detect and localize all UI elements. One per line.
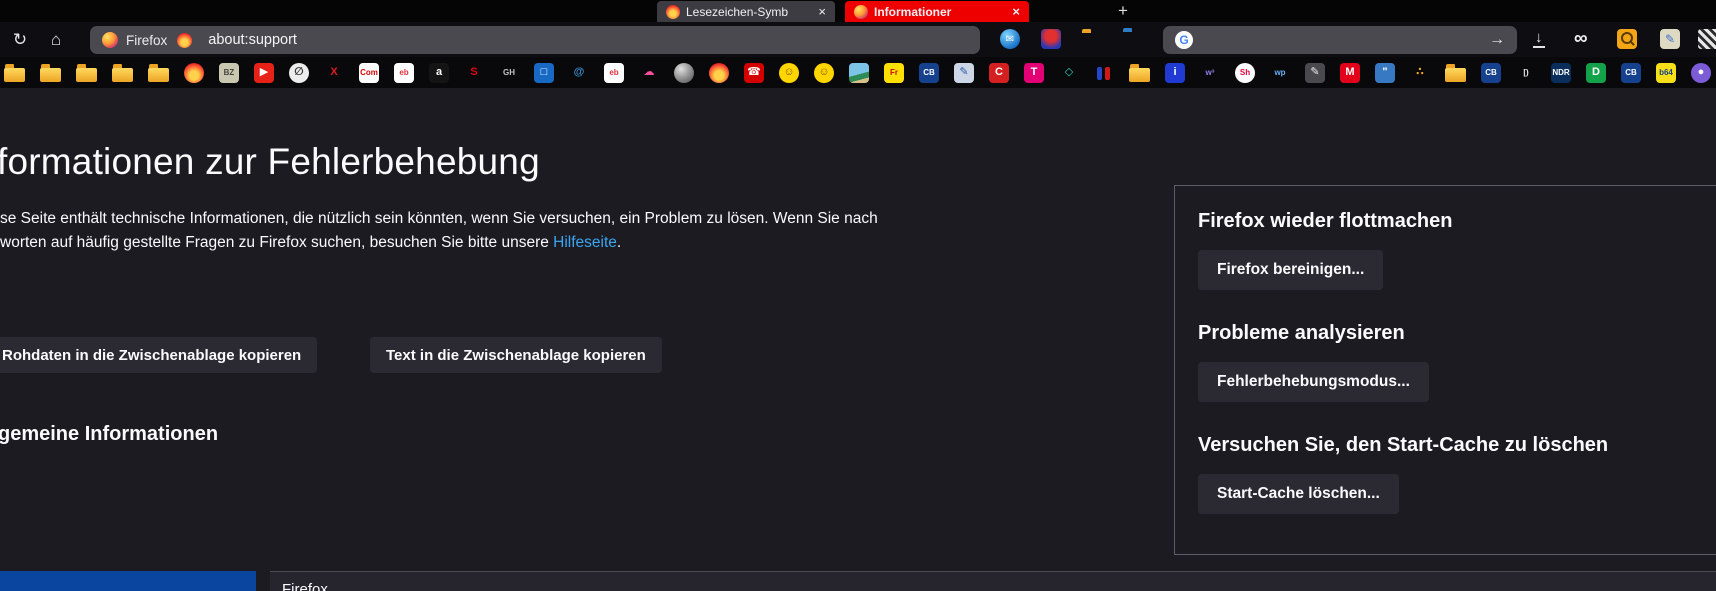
panel-action-button[interactable]: Fehlerbehebungsmodus...	[1198, 362, 1429, 402]
bz-icon[interactable]: BZ	[219, 62, 239, 83]
page-tool-icon[interactable]: ✎	[1660, 29, 1680, 49]
troubleshoot-panel: Firefox wieder flottmachen Firefox berein…	[1174, 185, 1716, 555]
panel-action-button[interactable]: Firefox bereinigen...	[1198, 250, 1384, 290]
search-submit-arrow-icon[interactable]: →	[1489, 31, 1505, 49]
x-red-icon[interactable]: X	[324, 63, 344, 83]
panel-section-heading: Firefox wieder flottmachen	[1198, 210, 1453, 232]
smiley-tongue-icon[interactable]: ☺	[779, 62, 799, 83]
google-icon: G	[1175, 31, 1193, 49]
computerbild-cb-icon[interactable]: CB	[1621, 62, 1641, 83]
youtube-icon[interactable]: ▶	[254, 62, 274, 83]
computerbild-cb-icon[interactable]: CB	[919, 62, 939, 83]
flame-icon[interactable]	[709, 62, 729, 83]
panel-section-heading: Versuchen Sie, den Start-Cache zu lösche…	[1198, 434, 1609, 456]
intro-period: .	[616, 233, 622, 251]
chat-bubble-icon[interactable]: "	[1375, 62, 1395, 83]
telekom-icon[interactable]: T	[1024, 62, 1044, 83]
infinity-icon[interactable]: ∞	[1574, 28, 1588, 50]
ebay-icon[interactable]: eb	[604, 62, 624, 83]
browser-window: Lesezeichen-Symb × Informationer × + ↻ ⌂…	[0, 0, 1716, 591]
copy-raw-data-button[interactable]: Rohdaten in die Zwischenablage kopieren	[0, 337, 318, 373]
tab-label: Lesezeichen-Symb	[686, 4, 789, 19]
help-page-link[interactable]: Hilfeseite	[553, 234, 617, 251]
folder-icon[interactable]	[76, 63, 97, 82]
address-bar[interactable]: Firefox about:support	[90, 26, 980, 54]
table-value-firefox: Firefox	[282, 581, 328, 591]
folder-icon[interactable]	[1445, 63, 1466, 82]
screenshot-search-icon[interactable]	[1617, 29, 1637, 49]
computerbild-cb-icon[interactable]: CB	[1481, 62, 1501, 83]
d-green-icon[interactable]: D	[1586, 62, 1606, 83]
tab-close-icon[interactable]: ×	[1012, 4, 1020, 19]
firefox-logo-icon	[102, 32, 118, 48]
thunderbird-icon[interactable]: ✉	[1000, 29, 1020, 49]
new-tab-button[interactable]: +	[1112, 0, 1134, 22]
clipboard-pencil-icon[interactable]: ✎	[954, 62, 974, 83]
b64-icon[interactable]: b64	[1656, 62, 1676, 83]
table-selected-cell[interactable]	[0, 571, 256, 591]
panel-action-button[interactable]: Start-Cache löschen...	[1198, 474, 1399, 514]
folder-icon[interactable]	[1129, 63, 1150, 82]
tab-label: Informationer	[874, 4, 952, 19]
reload-icon[interactable]: ↻	[6, 22, 34, 57]
folder-icon[interactable]	[148, 63, 169, 82]
sparkasse-icon[interactable]: S	[464, 63, 484, 83]
fritz-icon[interactable]: Fr	[884, 62, 904, 83]
page-title: formationen zur Fehlerbehebung	[0, 141, 540, 182]
clapperboard-icon[interactable]	[1698, 29, 1716, 49]
tab-close-icon[interactable]: ×	[818, 4, 826, 19]
folder-icon[interactable]	[112, 63, 133, 82]
sh-icon[interactable]: Sh	[1235, 62, 1255, 83]
info-blue-icon[interactable]: i	[1165, 62, 1185, 83]
tab-lesezeichen[interactable]: Lesezeichen-Symb ×	[657, 1, 835, 22]
rocket-at-icon[interactable]: @	[569, 63, 589, 83]
ebay-icon[interactable]: eb	[394, 62, 414, 83]
flame-badge-icon	[177, 32, 193, 48]
intro-line2: worten auf häufig gestellte Fragen zu Fi…	[0, 233, 554, 251]
panel-section-heading: Probleme analysieren	[1198, 322, 1405, 344]
download-icon[interactable]: ↓	[1533, 30, 1545, 48]
intro-line1: se Seite enthält technische Informatione…	[0, 210, 878, 227]
dots-icon[interactable]: ∴	[1410, 63, 1430, 83]
c-red-icon[interactable]: C	[989, 62, 1009, 83]
flame-favicon	[666, 4, 680, 19]
phonebook-icon[interactable]: ☎	[744, 62, 764, 83]
copy-text-button[interactable]: Text in die Zwischenablage kopieren	[370, 337, 662, 373]
intro-paragraph: se Seite enthält technische Informatione…	[0, 207, 1020, 254]
navigation-bar: ↻ ⌂ Firefox about:support ✉ G → ↓ ∞ ✎	[0, 22, 1716, 57]
folder-icon[interactable]	[4, 63, 25, 82]
w3-icon[interactable]: w³	[1200, 63, 1220, 83]
amazon-icon[interactable]: a	[429, 62, 449, 83]
firefox-favicon	[854, 4, 868, 19]
gh-icon[interactable]: GH	[499, 63, 519, 83]
pin-icon[interactable]: ●	[1691, 62, 1711, 83]
smiley-icon[interactable]: ☺	[814, 62, 834, 83]
duo-figures-icon[interactable]	[1094, 63, 1114, 83]
url-text[interactable]: about:support	[208, 32, 297, 48]
tab-informationen-active[interactable]: Informationer ×	[845, 1, 1029, 22]
mail-m-icon[interactable]: M	[1340, 62, 1360, 83]
computerbild-com-icon[interactable]: Com	[359, 62, 379, 83]
folder-icon[interactable]	[40, 63, 61, 82]
home-icon[interactable]: ⌂	[42, 22, 70, 57]
circle-slash-icon[interactable]: ∅	[289, 62, 309, 83]
section-heading-general-info: gemeine Informationen	[0, 423, 219, 445]
table-row: Firefox	[270, 571, 1716, 591]
pen-icon[interactable]: ✎	[1305, 62, 1325, 83]
monitor-icon[interactable]: □	[534, 62, 554, 83]
ndr-icon[interactable]: NDR	[1551, 62, 1571, 83]
tab-bar: Lesezeichen-Symb × Informationer × +	[0, 0, 1716, 22]
search-bar[interactable]: G →	[1163, 26, 1517, 54]
brackets-icon[interactable]: [)	[1516, 63, 1536, 83]
diamond-icon[interactable]: ◇	[1059, 63, 1079, 83]
spider-icon[interactable]	[1041, 29, 1061, 49]
wp-icon[interactable]: wp	[1270, 63, 1290, 83]
palm-photo-icon[interactable]	[849, 62, 869, 83]
identity-chip-label: Firefox	[126, 32, 168, 48]
bookmarks-bar: BZ ▶ ∅ X Com eb a S GH □ @ eb ☁ ☎ ☺ ☺ Fr CB ✎ C T ◇ i w³ Sh wp ✎ M "…	[0, 57, 1716, 88]
cloud-up-icon[interactable]: ☁	[639, 63, 659, 83]
flame-icon[interactable]	[184, 62, 204, 83]
sphere-icon[interactable]	[674, 62, 694, 83]
